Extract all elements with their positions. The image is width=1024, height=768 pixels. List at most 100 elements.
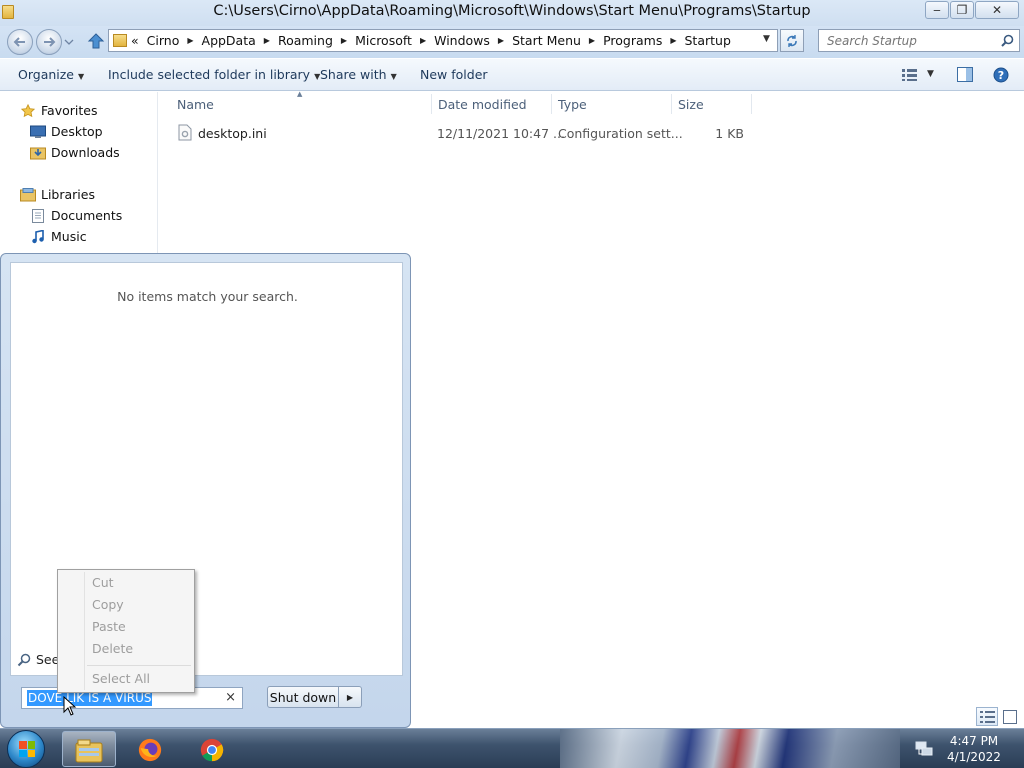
chevron-right-icon[interactable]: ▶ [339,36,349,45]
details-view-button[interactable] [976,707,998,726]
search-icon [17,653,31,666]
chevron-right-icon[interactable]: ▶ [262,36,272,45]
chevron-down-icon: ▼ [390,72,397,81]
taskbar: 4:47 PM 4/1/2022 [0,728,1024,768]
breadcrumb-microsoft[interactable]: Microsoft [349,33,418,48]
chevron-down-icon[interactable]: ▼ [927,69,934,79]
settings-file-icon [178,124,192,141]
chevron-right-icon[interactable]: ▶ [185,36,195,45]
star-icon [20,103,36,117]
shut-down-options-button[interactable]: ▶ [339,686,362,708]
file-name[interactable]: desktop.ini [198,126,267,141]
preview-pane-icon[interactable] [957,67,973,82]
svg-text:?: ? [998,69,1004,82]
breadcrumb-appdata[interactable]: AppData [196,33,262,48]
organize-label: Organize [18,67,74,82]
column-divider[interactable] [431,94,432,114]
back-button[interactable] [7,29,33,55]
context-menu-delete[interactable]: Delete [92,641,133,656]
organize-menu[interactable]: Organize ▼ [18,67,84,82]
taskbar-chrome-button[interactable] [186,731,240,767]
window-title: C:\Users\Cirno\AppData\Roaming\Microsoft… [213,3,811,19]
desktop-wallpaper-strip [560,729,900,768]
file-date-modified: 12/11/2021 10:47 ... [437,126,565,141]
nav-desktop[interactable]: Desktop [30,124,103,139]
nav-downloads-label: Downloads [51,145,120,160]
clear-search-icon[interactable]: × [225,690,236,705]
column-divider[interactable] [671,94,672,114]
breadcrumb-overflow[interactable]: « [129,33,141,48]
sort-ascending-icon: ▲ [297,90,303,98]
nav-desktop-label: Desktop [51,124,103,139]
forward-button[interactable] [36,29,62,55]
windows-logo-icon [19,741,35,757]
context-menu-copy[interactable]: Copy [92,597,124,612]
close-button[interactable]: ✕ [975,1,1019,19]
new-folder-button[interactable]: New folder [420,67,488,82]
view-options-icon[interactable] [902,69,918,81]
minimize-button[interactable]: ‒ [925,1,949,19]
context-menu-cut[interactable]: Cut [92,575,114,590]
column-header-type[interactable]: Type [558,97,587,112]
network-icon[interactable] [915,741,933,758]
refresh-button[interactable] [780,29,804,52]
nav-documents[interactable]: Documents [30,208,122,223]
taskbar-firefox-button[interactable] [124,731,178,767]
chrome-icon [200,738,224,762]
shut-down-button[interactable]: Shut down [267,686,339,708]
no-results-message: No items match your search. [117,289,298,304]
breadcrumb-startup[interactable]: Startup [679,33,737,48]
nav-downloads[interactable]: Downloads [30,145,120,160]
restore-icon: ❐ [956,3,968,17]
nav-libraries[interactable]: Libraries [20,187,95,202]
help-icon[interactable]: ? [993,67,1009,83]
address-bar[interactable]: « Cirno ▶ AppData ▶ Roaming ▶ Microsoft ▶ Wi… [108,29,778,52]
context-menu-paste[interactable]: Paste [92,619,126,634]
start-button[interactable] [7,730,45,768]
breadcrumb-roaming[interactable]: Roaming [272,33,339,48]
search-box[interactable] [818,29,1020,52]
clock-date: 4/1/2022 [947,750,1001,764]
recent-pages-chevron-icon[interactable] [64,38,74,46]
breadcrumb-programs[interactable]: Programs [597,33,668,48]
large-icons-view-icon[interactable] [1003,710,1017,724]
column-divider[interactable] [551,94,552,114]
command-bar: Organize ▼ Include selected folder in lib… [0,59,1024,91]
forward-arrow-icon [44,37,56,47]
context-menu: Cut Copy Paste Delete Select All [57,569,195,693]
chevron-right-icon[interactable]: ▶ [587,36,597,45]
restore-button[interactable]: ❐ [950,1,974,19]
nav-libraries-label: Libraries [41,187,95,202]
downloads-icon [30,147,46,159]
taskbar-explorer-button[interactable] [62,731,116,767]
details-view-icon [980,711,995,723]
nav-favorites[interactable]: Favorites [20,103,97,118]
include-in-library-label: Include selected folder in library [108,67,311,82]
share-with-menu[interactable]: Share with ▼ [320,67,397,82]
nav-music[interactable]: Music [30,229,87,244]
music-icon [32,229,44,243]
breadcrumb-start-menu[interactable]: Start Menu [506,33,587,48]
system-clock[interactable]: 4:47 PM 4/1/2022 [946,733,1002,765]
chevron-right-icon[interactable]: ▶ [496,36,506,45]
chevron-right-icon[interactable]: ▶ [418,36,428,45]
breadcrumb-windows[interactable]: Windows [428,33,496,48]
context-menu-select-all[interactable]: Select All [92,671,150,686]
search-input[interactable] [825,32,995,49]
chevron-right-icon[interactable]: ▶ [668,36,678,45]
folder-icon [113,34,127,47]
breadcrumb-cirno[interactable]: Cirno [141,33,186,48]
close-icon: ✕ [991,3,1003,17]
mouse-cursor-icon [63,696,77,716]
column-header-date-modified[interactable]: Date modified [438,97,527,112]
column-header-size[interactable]: Size [678,97,704,112]
nav-documents-label: Documents [51,208,123,223]
include-in-library-menu[interactable]: Include selected folder in library ▼ [108,67,320,82]
column-divider[interactable] [751,94,752,114]
search-icon[interactable] [1001,34,1014,47]
address-dropdown-icon[interactable]: ▼ [763,34,770,44]
up-arrow-icon[interactable] [87,32,105,50]
back-arrow-icon [13,37,25,47]
context-menu-gutter [84,572,85,690]
column-header-name[interactable]: Name [177,97,214,112]
